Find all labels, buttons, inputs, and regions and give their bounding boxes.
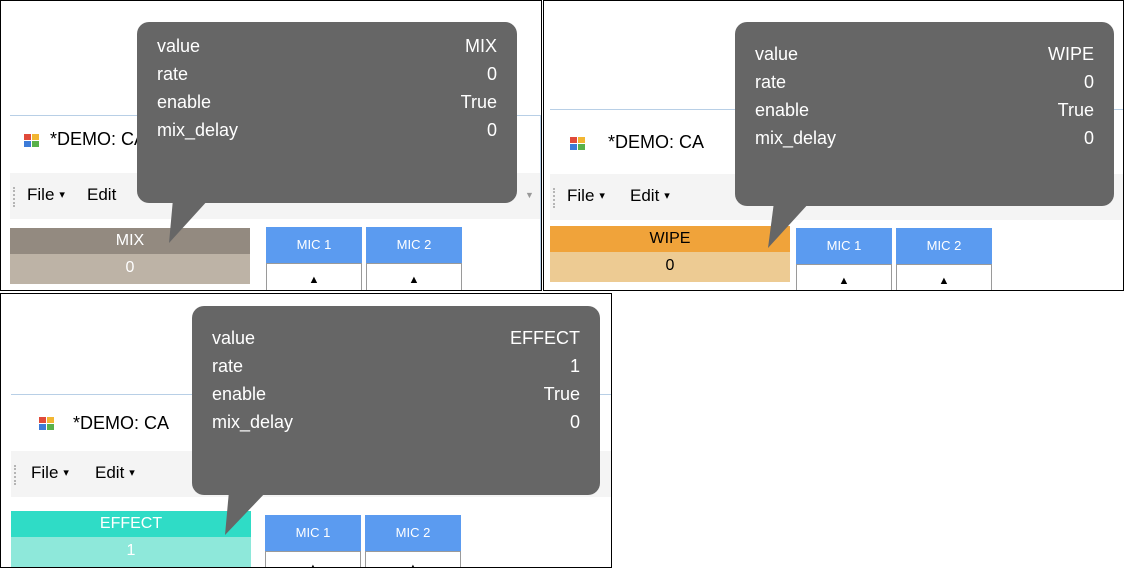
chevron-down-icon: ▾	[129, 467, 135, 479]
tooltip-value: True	[1057, 100, 1094, 120]
menu-file[interactable]: File ▾	[567, 186, 605, 206]
mic-strip: MIC 1 MIC 2 ▲ ▲	[265, 515, 477, 567]
tooltip-key: enable	[212, 384, 267, 404]
tooltip-key: mix_delay	[212, 412, 294, 432]
mic-strip: MIC 1 MIC 2 ▲ ▲	[266, 227, 478, 290]
mic-1-up-button[interactable]: ▲	[265, 551, 361, 567]
mode-value: 0	[550, 252, 790, 282]
mode-selector[interactable]: WIPE 0	[550, 226, 790, 282]
app-icon	[24, 134, 40, 148]
toolbar-grip[interactable]	[14, 465, 18, 485]
tooltip-value: True	[543, 384, 580, 404]
window-title: *DEMO: CA	[50, 129, 147, 149]
mic-2-button[interactable]: MIC 2	[365, 515, 461, 551]
menu-file[interactable]: File ▾	[31, 463, 69, 483]
tooltip-pointer	[169, 199, 209, 243]
chevron-down-icon[interactable]: ▼	[525, 190, 534, 200]
tooltip-key: value	[157, 36, 201, 56]
chevron-down-icon: ▾	[63, 467, 69, 479]
mic-2-up-button[interactable]: ▲	[365, 551, 461, 567]
tooltip: value MIX rate 0 enable True mix_delay 0	[137, 22, 517, 203]
mic-2-button[interactable]: MIC 2	[896, 228, 992, 264]
mic-2-button[interactable]: MIC 2	[366, 227, 462, 263]
tooltip-value: WIPE	[1047, 44, 1094, 64]
menu-file[interactable]: File ▾	[27, 185, 65, 205]
mode-selector[interactable]: EFFECT 1	[11, 511, 251, 567]
chevron-down-icon: ▾	[664, 190, 670, 202]
tooltip-value: 0	[1083, 128, 1094, 148]
menu-edit[interactable]: Edit	[87, 185, 116, 205]
tooltip: value EFFECT rate 1 enable True mix_delay 0	[192, 306, 600, 495]
tooltip-value: 0	[1083, 72, 1094, 92]
tooltip-pointer	[225, 491, 267, 535]
tooltip-value: EFFECT	[510, 328, 580, 348]
mode-selector[interactable]: MIX 0	[10, 228, 250, 284]
window-title: *DEMO: CA	[73, 413, 170, 433]
mode-label: MIX	[10, 228, 250, 254]
tooltip-value: MIX	[464, 36, 497, 56]
tooltip-value: 0	[486, 120, 497, 140]
screenshot-panel-mix: *DEMO: CA File ▾ Edit ▼ MIX 0 MIC 1 MIC 2…	[0, 0, 542, 291]
mode-value: 0	[10, 254, 250, 284]
tooltip-key: enable	[157, 92, 212, 112]
tooltip-key: mix_delay	[755, 128, 837, 148]
tooltip-value: 1	[569, 356, 580, 376]
tooltip-key: value	[755, 44, 799, 64]
tooltip-value: 0	[486, 64, 497, 84]
tooltip-key: rate	[755, 72, 787, 92]
tooltip-pointer	[768, 202, 810, 248]
tooltip-key: enable	[755, 100, 810, 120]
tooltip-key: rate	[212, 356, 244, 376]
screenshot-panel-effect: *DEMO: CA File ▾ Edit ▾ EFFECT 1 MIC 1 MIC…	[0, 293, 612, 568]
window-title: *DEMO: CA	[608, 132, 705, 152]
tooltip-value: 0	[569, 412, 580, 432]
chevron-down-icon: ▾	[59, 189, 65, 201]
app-icon	[39, 417, 55, 431]
mic-1-button[interactable]: MIC 1	[265, 515, 361, 551]
tooltip-key: value	[212, 328, 256, 348]
mode-label: WIPE	[550, 226, 790, 252]
tooltip-key: rate	[157, 64, 189, 84]
mode-label: EFFECT	[11, 511, 251, 537]
toolbar-grip[interactable]	[553, 188, 557, 208]
mic-1-up-button[interactable]: ▲	[266, 263, 362, 290]
tooltip: value WIPE rate 0 enable True mix_delay 0	[735, 22, 1114, 206]
chevron-down-icon: ▾	[599, 190, 605, 202]
screenshot-panel-wipe: *DEMO: CA File ▾ Edit ▾ WIPE 0 MIC 1 MIC 2…	[543, 0, 1124, 291]
toolbar-grip[interactable]	[13, 187, 17, 207]
mic-strip: MIC 1 MIC 2 ▲ ▲	[796, 228, 1008, 290]
tooltip-key: mix_delay	[157, 120, 239, 140]
mode-value: 1	[11, 537, 251, 567]
mic-1-button[interactable]: MIC 1	[266, 227, 362, 263]
app-icon	[570, 137, 586, 151]
mic-1-up-button[interactable]: ▲	[796, 264, 892, 290]
mic-2-up-button[interactable]: ▲	[366, 263, 462, 290]
menu-edit[interactable]: Edit ▾	[630, 186, 670, 206]
tooltip-value: True	[460, 92, 497, 112]
mic-2-up-button[interactable]: ▲	[896, 264, 992, 290]
menu-edit[interactable]: Edit ▾	[95, 463, 135, 483]
